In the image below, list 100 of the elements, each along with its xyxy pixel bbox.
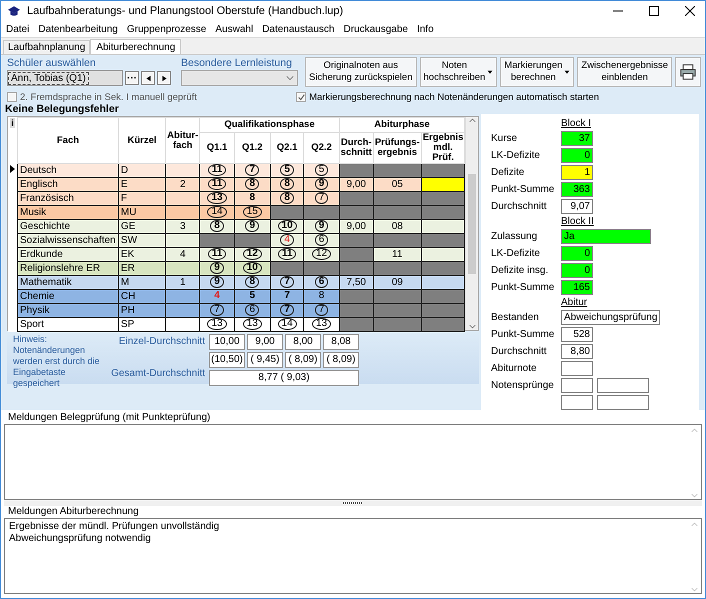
grade-value[interactable]: 13 — [312, 318, 332, 330]
next-button[interactable] — [157, 71, 171, 85]
chevron-down-icon — [286, 74, 294, 82]
info-button[interactable]: i — [10, 118, 15, 128]
input-cell[interactable] — [421, 248, 465, 262]
grade-value[interactable]: 9 — [314, 178, 328, 190]
field-label: Zulassung — [491, 231, 538, 242]
grade-value[interactable]: 5 — [314, 164, 328, 176]
grade-value[interactable]: 7 — [280, 304, 294, 316]
tab[interactable]: Laufbahnplanung — [3, 40, 90, 54]
hint-text: Hinweis: Notenänderungen werden erst durch die Eingabetaste gespeichert — [13, 334, 101, 389]
grade-value[interactable]: 8 — [280, 178, 294, 190]
grade-value[interactable]: 9 — [314, 220, 328, 232]
grade-value[interactable]: 7 — [314, 192, 328, 204]
menu-item[interactable]: Datei — [6, 24, 30, 34]
result-field — [597, 378, 649, 393]
grade-value[interactable]: 6 — [245, 304, 260, 316]
grade-value[interactable]: 12 — [312, 248, 332, 260]
toolbar-button[interactable]: Zwischenergebnisse einblenden — [577, 57, 672, 87]
browse-button[interactable]: ··· — [125, 71, 139, 85]
grade-value[interactable]: 9 — [210, 262, 224, 274]
tab[interactable]: Abiturberechnung — [90, 39, 182, 55]
column-header: Q2.2 — [311, 142, 332, 153]
grade-value[interactable]: 14 — [278, 318, 297, 330]
status-text: Keine Belegungsfehler — [4, 103, 120, 116]
grade-value[interactable]: 13 — [207, 192, 227, 204]
grade-value[interactable]: 7 — [314, 304, 328, 316]
input-cell[interactable] — [421, 178, 465, 192]
grade-value[interactable]: 11 — [208, 178, 226, 190]
input-cell[interactable] — [421, 276, 465, 290]
grade-value[interactable]: 13 — [242, 318, 262, 330]
grade-value[interactable]: 14 — [207, 206, 227, 218]
column-header: Fach — [56, 134, 80, 146]
menu-item[interactable]: Gruppenprozesse — [126, 24, 206, 34]
student-field[interactable]: Ann, Tobias (Q1) — [7, 70, 123, 86]
field-label: Durchschnitt — [491, 201, 548, 212]
printer-icon — [680, 64, 696, 80]
result-field — [561, 378, 593, 393]
grade-value[interactable]: 9 — [210, 276, 224, 288]
table-cell: GE — [118, 220, 166, 234]
grade-value[interactable]: 9 — [245, 220, 260, 232]
close-icon — [685, 6, 695, 16]
checkbox[interactable]: Markierungsberechnung nach Notenänderungen automatisch starten — [296, 92, 599, 102]
field-label: LK-Defizite — [491, 150, 541, 161]
menu-item[interactable]: Auswahl — [215, 24, 254, 34]
grade-value[interactable]: 8 — [249, 192, 256, 204]
menu-item[interactable]: Datenbearbeitung — [38, 24, 118, 34]
print-button[interactable] — [675, 57, 701, 87]
toolbar-button[interactable]: Originalnoten aus Sicherung zurückspielen — [304, 57, 416, 87]
average-field: 10,00 — [209, 334, 245, 350]
field-label: Punkt-Summe — [491, 329, 556, 340]
input-cell[interactable] — [421, 220, 465, 234]
average-field: (10,50) — [209, 352, 245, 368]
previous-button[interactable] — [141, 71, 155, 85]
grade-value[interactable]: 7 — [210, 304, 224, 316]
section-heading: Abitur — [561, 297, 588, 308]
maximize-icon — [649, 6, 659, 16]
grade-value[interactable]: 11 — [208, 164, 226, 176]
grade-value[interactable]: 11 — [208, 248, 226, 260]
grade-value[interactable]: 8 — [245, 178, 260, 190]
grade-value[interactable]: 5 — [249, 290, 256, 302]
result-field: 528 — [561, 327, 593, 342]
grade-value[interactable]: 10 — [278, 220, 297, 232]
grade-value[interactable]: 7 — [284, 290, 290, 302]
grade-value[interactable]: 7 — [245, 164, 260, 176]
grade-value[interactable]: 7 — [280, 276, 294, 288]
table-cell: PH — [118, 304, 166, 318]
grade-value[interactable]: 10 — [242, 262, 262, 274]
result-field: 1 — [561, 165, 593, 180]
table-cell: ER — [118, 262, 166, 276]
grade-value[interactable]: 12 — [242, 248, 262, 260]
grade-value[interactable]: 5 — [280, 164, 294, 176]
menu-item[interactable]: Datenaustausch — [262, 24, 334, 34]
subject-cell: Mathematik — [18, 276, 118, 290]
grade-value[interactable]: 8 — [318, 290, 324, 302]
grade-value[interactable]: 4 — [280, 234, 294, 246]
column-header: Durch-schnitt — [340, 137, 372, 158]
checkbox[interactable]: 2. Fremdsprache in Sek. I manuell geprüft — [7, 92, 197, 102]
chevron-up-icon — [691, 521, 698, 528]
table-cell: SP — [118, 318, 166, 332]
grade-value[interactable]: 6 — [314, 234, 328, 246]
result-field — [597, 395, 649, 410]
grade-value[interactable]: 8 — [210, 220, 224, 232]
table-cell: 09 — [373, 276, 422, 290]
toolbar-button[interactable]: Markierungen berechnen — [500, 57, 574, 87]
toolbar-button[interactable]: Noten hochschreiben — [420, 57, 498, 87]
grade-value[interactable]: 11 — [278, 248, 296, 260]
grade-value[interactable]: 15 — [242, 206, 262, 218]
scrollbar[interactable] — [465, 117, 478, 330]
grade-value[interactable]: 6 — [314, 276, 328, 288]
menu-item[interactable]: Druckausgabe — [343, 24, 408, 34]
result-field — [561, 395, 593, 410]
subject-cell: Französisch — [18, 192, 118, 206]
grade-value[interactable]: 13 — [207, 318, 227, 330]
subject-cell: Musik — [18, 206, 118, 220]
grade-value[interactable]: 8 — [280, 192, 294, 204]
menu-item[interactable]: Info — [416, 24, 434, 34]
grade-value[interactable]: 8 — [245, 276, 260, 288]
column-header: Qualifikationsphase — [224, 119, 315, 130]
field-label: Bestanden — [491, 312, 540, 323]
